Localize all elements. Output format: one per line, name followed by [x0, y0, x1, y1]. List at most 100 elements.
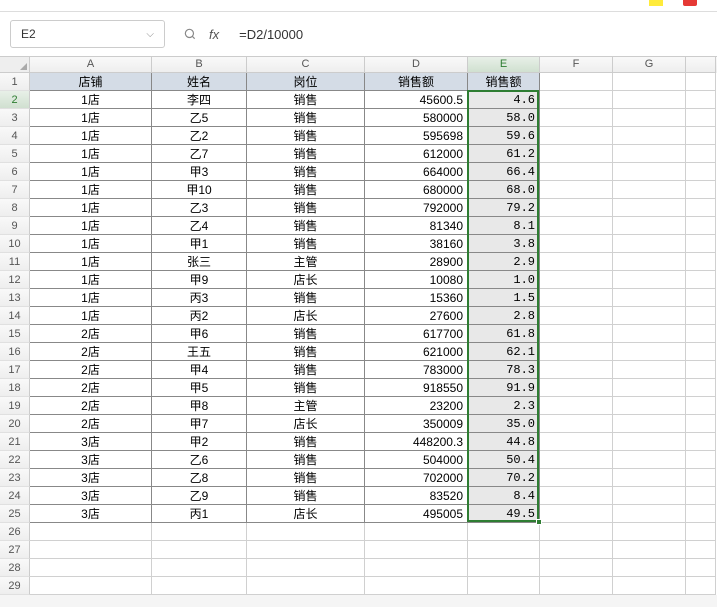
cell-empty[interactable]	[613, 163, 686, 181]
cell-empty[interactable]	[613, 541, 686, 559]
row-header[interactable]: 17	[0, 361, 30, 379]
cell-empty[interactable]	[613, 271, 686, 289]
cell-empty[interactable]	[686, 487, 716, 505]
cell-name[interactable]: 乙7	[152, 145, 247, 163]
cell-position[interactable]: 销售	[247, 163, 365, 181]
cell-sales[interactable]: 28900	[365, 253, 468, 271]
cell-empty[interactable]	[540, 541, 613, 559]
row-header[interactable]: 1	[0, 73, 30, 91]
col-header-g[interactable]: G	[613, 57, 686, 73]
cell-empty[interactable]	[540, 217, 613, 235]
cell-position[interactable]: 销售	[247, 361, 365, 379]
cell-position[interactable]: 销售	[247, 343, 365, 361]
cell-empty[interactable]	[468, 541, 540, 559]
cell-position[interactable]: 销售	[247, 487, 365, 505]
row-header[interactable]: 20	[0, 415, 30, 433]
cell-store[interactable]: 3店	[30, 487, 152, 505]
cell-empty[interactable]	[613, 379, 686, 397]
cell-sales[interactable]: 580000	[365, 109, 468, 127]
header-sales[interactable]: 销售额	[365, 73, 468, 91]
cell-position[interactable]: 销售	[247, 325, 365, 343]
cell-sales2[interactable]: 4.6	[468, 91, 540, 109]
cell-empty[interactable]	[540, 163, 613, 181]
cell-empty[interactable]	[247, 577, 365, 595]
col-header-e[interactable]: E	[468, 57, 540, 73]
cell-name[interactable]: 甲3	[152, 163, 247, 181]
cell-sales2[interactable]: 59.6	[468, 127, 540, 145]
cell-store[interactable]: 1店	[30, 181, 152, 199]
cell-sales2[interactable]: 91.9	[468, 379, 540, 397]
cell-store[interactable]: 1店	[30, 271, 152, 289]
cell-position[interactable]: 销售	[247, 181, 365, 199]
cell-name[interactable]: 甲9	[152, 271, 247, 289]
cell-position[interactable]: 销售	[247, 109, 365, 127]
cell-empty[interactable]	[686, 343, 716, 361]
cell-empty[interactable]	[686, 397, 716, 415]
cell-empty[interactable]	[686, 433, 716, 451]
cell-sales2[interactable]: 66.4	[468, 163, 540, 181]
cell-store[interactable]: 1店	[30, 289, 152, 307]
col-header-f[interactable]: F	[540, 57, 613, 73]
row-header[interactable]: 14	[0, 307, 30, 325]
cell-empty[interactable]	[686, 109, 716, 127]
cell-empty[interactable]	[686, 163, 716, 181]
cell-position[interactable]: 销售	[247, 379, 365, 397]
cell-store[interactable]: 1店	[30, 109, 152, 127]
cell-sales[interactable]: 81340	[365, 217, 468, 235]
cell-sales2[interactable]: 61.2	[468, 145, 540, 163]
cell-empty[interactable]	[540, 559, 613, 577]
cancel-icon[interactable]	[183, 27, 197, 41]
cell-store[interactable]: 1店	[30, 217, 152, 235]
cell-empty[interactable]	[540, 127, 613, 145]
cell-store[interactable]: 1店	[30, 307, 152, 325]
cell-store[interactable]: 3店	[30, 469, 152, 487]
row-header[interactable]: 24	[0, 487, 30, 505]
cell-empty[interactable]	[613, 73, 686, 91]
cell-sales[interactable]: 350009	[365, 415, 468, 433]
cell-empty[interactable]	[540, 343, 613, 361]
row-header[interactable]: 29	[0, 577, 30, 595]
cell-name[interactable]: 甲10	[152, 181, 247, 199]
cell-sales[interactable]: 448200.3	[365, 433, 468, 451]
cell-empty[interactable]	[613, 577, 686, 595]
cell-empty[interactable]	[540, 325, 613, 343]
cell-empty[interactable]	[540, 577, 613, 595]
cell-empty[interactable]	[613, 235, 686, 253]
cell-name[interactable]: 甲1	[152, 235, 247, 253]
cell-empty[interactable]	[540, 181, 613, 199]
col-header-b[interactable]: B	[152, 57, 247, 73]
cell-name[interactable]: 甲2	[152, 433, 247, 451]
cell-empty[interactable]	[540, 235, 613, 253]
cell-empty[interactable]	[540, 505, 613, 523]
cell-name[interactable]: 甲7	[152, 415, 247, 433]
cell-empty[interactable]	[686, 181, 716, 199]
cell-sales[interactable]: 918550	[365, 379, 468, 397]
cell-position[interactable]: 销售	[247, 217, 365, 235]
cell-sales[interactable]: 45600.5	[365, 91, 468, 109]
cell-empty[interactable]	[613, 325, 686, 343]
cell-store[interactable]: 2店	[30, 343, 152, 361]
cell-sales[interactable]: 15360	[365, 289, 468, 307]
cell-sales2[interactable]: 2.9	[468, 253, 540, 271]
cell-empty[interactable]	[540, 289, 613, 307]
row-header[interactable]: 19	[0, 397, 30, 415]
cell-name[interactable]: 乙2	[152, 127, 247, 145]
cell-empty[interactable]	[613, 145, 686, 163]
col-header-a[interactable]: A	[30, 57, 152, 73]
cell-empty[interactable]	[613, 505, 686, 523]
cell-position[interactable]: 店长	[247, 271, 365, 289]
cell-empty[interactable]	[686, 415, 716, 433]
cell-sales[interactable]: 83520	[365, 487, 468, 505]
cell-empty[interactable]	[540, 415, 613, 433]
cell-empty[interactable]	[152, 541, 247, 559]
cell-empty[interactable]	[613, 559, 686, 577]
cell-sales2[interactable]: 70.2	[468, 469, 540, 487]
cell-empty[interactable]	[613, 433, 686, 451]
row-header[interactable]: 13	[0, 289, 30, 307]
cell-sales2[interactable]: 62.1	[468, 343, 540, 361]
cell-position[interactable]: 销售	[247, 199, 365, 217]
cell-empty[interactable]	[613, 253, 686, 271]
cell-empty[interactable]	[540, 433, 613, 451]
cell-sales[interactable]: 783000	[365, 361, 468, 379]
row-header[interactable]: 8	[0, 199, 30, 217]
